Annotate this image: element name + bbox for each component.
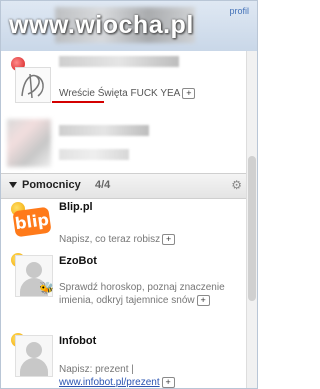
avatar-sketch-icon <box>21 73 44 99</box>
contact-row[interactable] <box>1 115 246 171</box>
profile-link[interactable]: profil <box>229 6 249 16</box>
highlight-underline <box>52 101 104 103</box>
expand-triangle-icon[interactable] <box>9 182 17 188</box>
scrollbar-thumb[interactable] <box>248 156 256 301</box>
bot-description-text: imienia, odkryj tajemnice snów <box>59 295 195 306</box>
avatar-body <box>20 358 48 376</box>
bot-name: EzoBot <box>59 255 97 267</box>
contact-row[interactable]: Wreście Święta FUCK YEA + <box>1 53 246 113</box>
bot-description-line: Sprawdź horoskop, poznaj znaczenie <box>59 282 225 293</box>
contact-status-text: Wreście Święta FUCK YEA <box>59 88 181 99</box>
bot-description: Napisz, co teraz robisz + <box>59 233 176 246</box>
group-count: 4/4 <box>95 179 111 191</box>
bot-description-text: Napisz, co teraz robisz <box>59 234 161 245</box>
avatar-head <box>26 262 42 278</box>
blip-logo: blip <box>12 206 52 238</box>
blurred-avatar <box>7 119 51 167</box>
plus-icon[interactable]: + <box>162 233 176 245</box>
bot-row-ezobot[interactable]: 🐝 EzoBot Sprawdź horoskop, poznaj znacze… <box>1 250 246 321</box>
blurred-contact-name <box>59 56 179 67</box>
contact-status: Wreście Święta FUCK YEA + <box>59 87 196 100</box>
bot-name: Blip.pl <box>59 201 93 213</box>
bot-badge-icon: 🐝 <box>39 281 54 295</box>
bot-description: Napisz: prezent | www.infobot.pl/prezent… <box>59 363 175 388</box>
plus-icon[interactable]: + <box>182 87 196 99</box>
blurred-contact-status <box>59 149 129 160</box>
avatar-head <box>26 342 42 358</box>
plus-icon[interactable]: + <box>196 294 210 306</box>
contact-list-window: www.wiocha.pl profil Wreście Święta FUCK… <box>0 0 258 389</box>
plus-icon[interactable]: + <box>161 376 175 388</box>
default-avatar <box>15 335 53 377</box>
gear-icon[interactable]: ⚙ <box>231 178 242 192</box>
avatar[interactable] <box>15 67 51 103</box>
bot-row-blip[interactable]: blip Blip.pl Napisz, co teraz robisz + <box>1 197 246 249</box>
group-name: Pomocnicy <box>22 179 81 191</box>
bot-description: Sprawdź horoskop, poznaj znaczenie imien… <box>59 281 225 307</box>
watermark: www.wiocha.pl <box>9 11 194 39</box>
bot-description-line: Napisz: prezent | <box>59 364 134 375</box>
group-header-pomocnicy[interactable]: Pomocnicy 4/4 ⚙ <box>1 173 246 199</box>
user-header: www.wiocha.pl profil <box>1 1 257 51</box>
infobot-link[interactable]: www.infobot.pl/prezent <box>59 377 160 388</box>
blurred-contact-name <box>59 125 149 136</box>
bot-name: Infobot <box>59 335 97 347</box>
bot-description-line: www.infobot.pl/prezent + <box>59 376 175 388</box>
bot-row-infobot[interactable]: Infobot Napisz: prezent | www.infobot.pl… <box>1 329 246 388</box>
bot-description-line: imienia, odkryj tajemnice snów + <box>59 294 225 307</box>
scrollbar[interactable] <box>246 51 257 388</box>
